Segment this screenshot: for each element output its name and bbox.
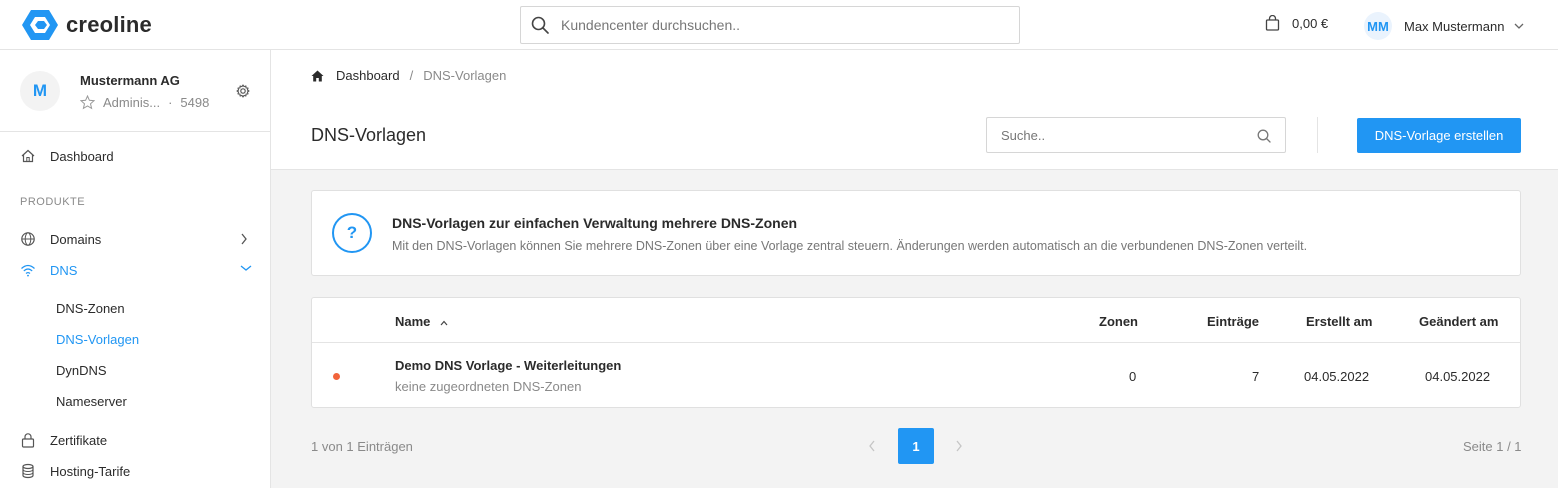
cell-changed: 04.05.2022 [1425, 369, 1491, 384]
sidebar: M Mustermann AG Adminis... · 5498 Dashbo… [0, 50, 271, 488]
sidebar-item-label: Zertifikate [50, 433, 108, 448]
breadcrumb-dashboard[interactable]: Dashboard [336, 68, 400, 83]
lock-icon [21, 433, 35, 448]
search-icon [531, 16, 549, 34]
breadcrumb: Dashboard / DNS-Vorlagen [311, 68, 506, 83]
chevron-left-icon[interactable] [868, 440, 876, 452]
template-subtitle: keine zugeordneten DNS-Zonen [395, 379, 582, 394]
breadcrumb-current: DNS-Vorlagen [423, 68, 507, 83]
cart[interactable]: 0,00 € [1265, 15, 1328, 31]
home-icon[interactable] [311, 70, 324, 82]
user-name: Max Mustermann [1404, 18, 1505, 34]
pagination-page-current[interactable]: 1 [898, 428, 934, 464]
info-title: DNS-Vorlagen zur einfachen Verwaltung me… [392, 215, 798, 231]
page-title: DNS-Vorlagen [311, 125, 427, 145]
chevron-right-icon [241, 233, 247, 245]
brand-name: creoline [66, 12, 152, 37]
logo[interactable]: creoline [22, 9, 152, 41]
column-header-label: Name [395, 314, 431, 329]
chevron-right-icon[interactable] [955, 440, 963, 452]
search-icon[interactable] [1257, 129, 1271, 143]
chevron-down-icon [240, 265, 252, 271]
org-name: Mustermann AG [80, 73, 180, 88]
sidebar-item-label: Hosting-Tarife [50, 464, 131, 479]
breadcrumb-separator: / [409, 68, 414, 83]
sidebar-section-products: PRODUKTE [20, 196, 86, 208]
sidebar-item-dashboard[interactable]: Dashboard [0, 144, 270, 168]
sort-ascending-icon [440, 320, 448, 326]
shopping-bag-icon [1265, 15, 1280, 31]
template-search-input[interactable] [1001, 127, 1251, 143]
cell-zones: 0 [1129, 369, 1137, 384]
template-search[interactable] [986, 117, 1286, 153]
create-dns-template-button[interactable]: DNS-Vorlage erstellen [1357, 118, 1521, 153]
status-indicator [333, 373, 340, 380]
page-header: Dashboard / DNS-Vorlagen DNS-Vorlagen DN… [271, 50, 1558, 170]
cart-amount: 0,00 € [1292, 15, 1329, 31]
template-name[interactable]: Demo DNS Vorlage - Weiterleitungen [395, 358, 621, 373]
info-text: Mit den DNS-Vorlagen können Sie mehrere … [392, 239, 1308, 253]
column-header-changed[interactable]: Geändert am [1419, 314, 1498, 329]
star-icon [80, 95, 95, 110]
gear-icon[interactable] [236, 84, 250, 98]
database-icon [22, 463, 34, 479]
org-avatar: M [20, 71, 60, 111]
column-header-entries[interactable]: Einträge [1207, 314, 1259, 329]
chevron-down-icon [1514, 23, 1524, 29]
pagination-summary: 1 von 1 Einträgen [311, 439, 413, 454]
question-icon: ? [332, 213, 372, 253]
cell-entries: 7 [1252, 369, 1260, 384]
user-avatar: MM [1364, 12, 1392, 40]
sidebar-subitem-dns-vorlagen[interactable]: DNS-Vorlagen [56, 332, 139, 347]
org-meta: Adminis... · 5498 [80, 95, 209, 110]
sidebar-item-label: DNS [50, 263, 78, 278]
global-search[interactable] [520, 6, 1020, 44]
org-role: Adminis... [103, 95, 161, 110]
global-search-input[interactable] [561, 17, 1001, 33]
pagination-page-info: Seite 1 / 1 [1463, 439, 1522, 454]
dns-templates-table: Name Zonen Einträge Erstellt am Geändert… [311, 297, 1521, 408]
sidebar-item-hosting[interactable]: Hosting-Tarife [0, 459, 270, 483]
user-menu[interactable]: MM Max Mustermann [1364, 12, 1524, 40]
sidebar-item-dns[interactable]: DNS [0, 258, 270, 282]
column-header-name[interactable]: Name [395, 314, 448, 329]
header-divider [1317, 117, 1318, 153]
organization-panel: M Mustermann AG Adminis... · 5498 [0, 50, 270, 132]
wifi-icon [21, 264, 35, 277]
sidebar-item-domains[interactable]: Domains [0, 227, 270, 251]
sidebar-item-label: Dashboard [50, 149, 114, 164]
org-id: 5498 [180, 95, 210, 110]
globe-icon [21, 232, 35, 246]
top-bar: creoline 0,00 € MM Max Mustermann [0, 0, 1558, 50]
column-header-created[interactable]: Erstellt am [1306, 314, 1372, 329]
column-header-zones[interactable]: Zonen [1099, 314, 1138, 329]
sidebar-item-certificates[interactable]: Zertifikate [0, 428, 270, 452]
info-box: ? DNS-Vorlagen zur einfachen Verwaltung … [311, 190, 1521, 276]
table-row[interactable]: Demo DNS Vorlage - Weiterleitungen keine… [312, 343, 1520, 407]
sidebar-subitem-nameserver[interactable]: Nameserver [56, 394, 127, 409]
sidebar-subitem-dns-zonen[interactable]: DNS-Zonen [56, 301, 125, 316]
creoline-logo-icon [22, 10, 58, 40]
org-separator: · [168, 95, 173, 110]
sidebar-item-label: Domains [50, 232, 102, 247]
sidebar-subitem-dyndns[interactable]: DynDNS [56, 363, 107, 378]
home-outline-icon [21, 149, 35, 163]
cell-created: 04.05.2022 [1304, 369, 1370, 384]
